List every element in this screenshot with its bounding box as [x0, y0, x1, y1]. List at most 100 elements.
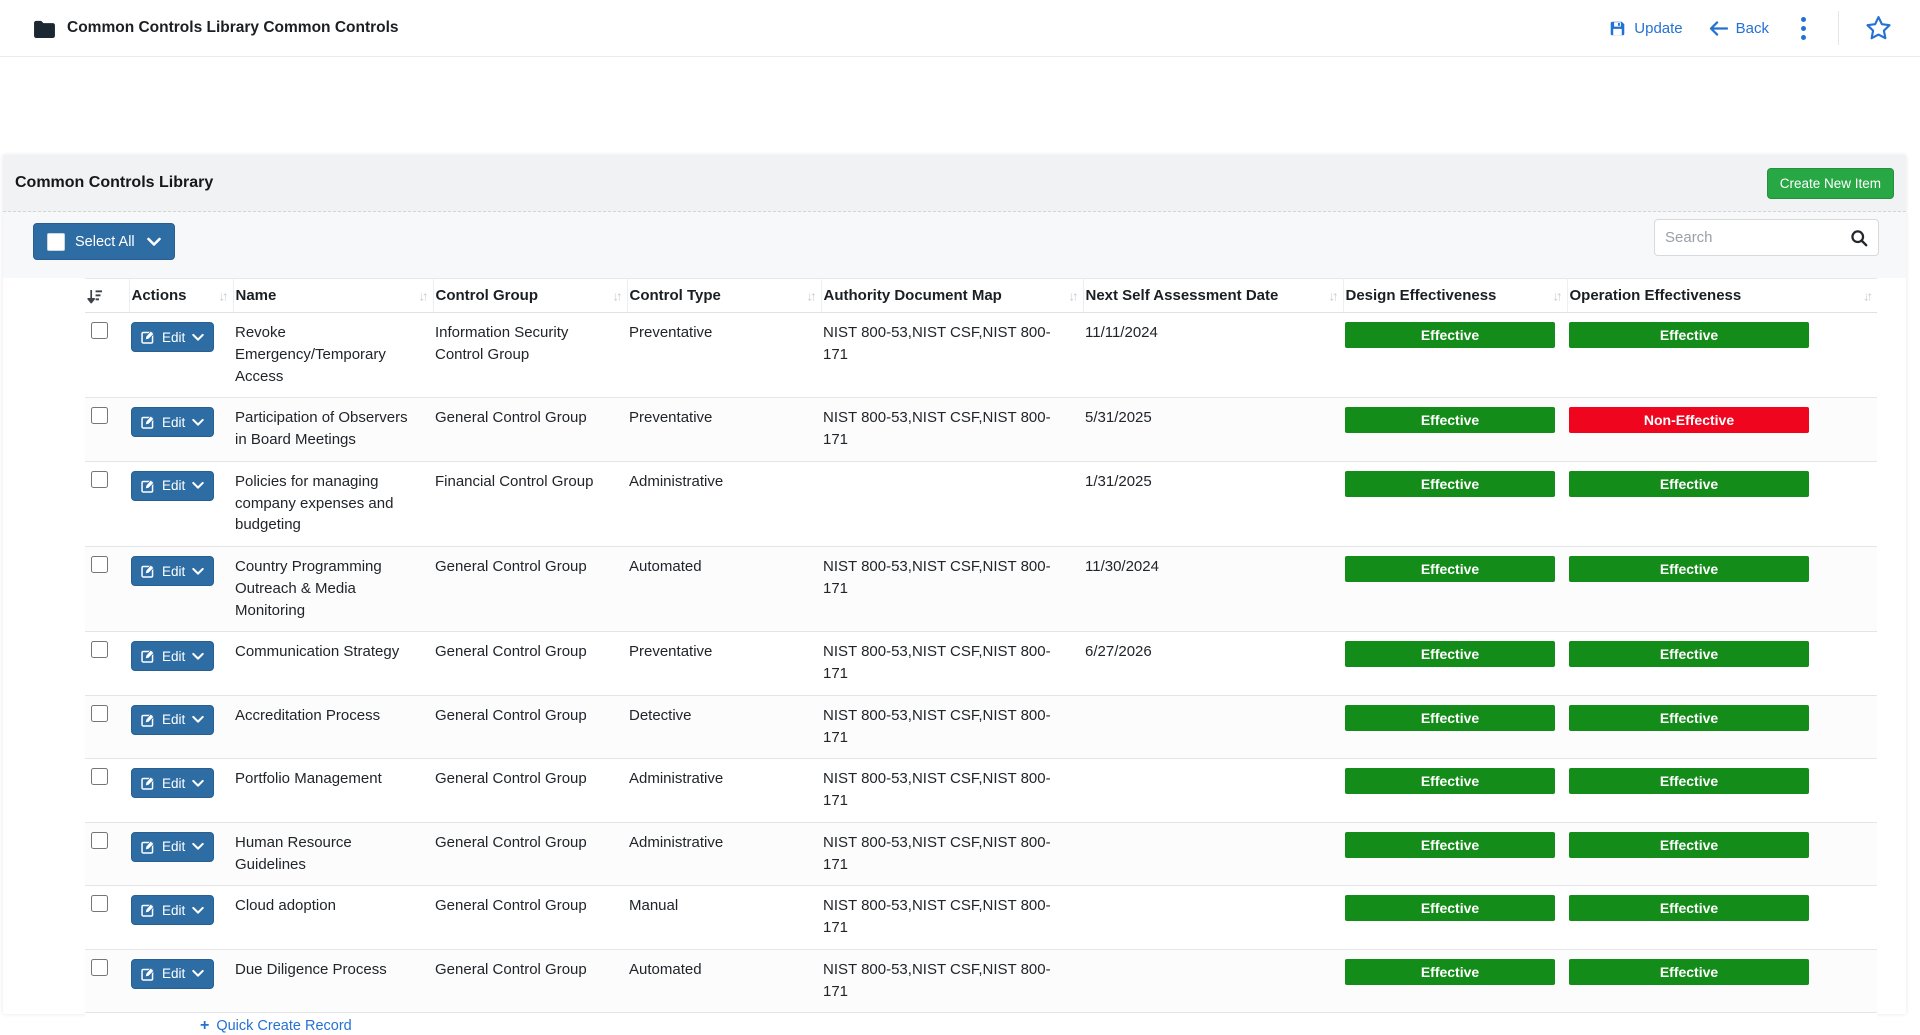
- row-checkbox[interactable]: [91, 407, 108, 424]
- edit-pencil-icon: [141, 967, 155, 981]
- cell-control-group: Information Security Control Group: [433, 313, 627, 398]
- header-control-group[interactable]: Control Group↓↑: [433, 279, 627, 313]
- edit-button-label: Edit: [162, 712, 185, 727]
- edit-caret-icon: [192, 715, 204, 724]
- edit-caret-icon: [192, 969, 204, 978]
- folder-icon: [33, 19, 56, 38]
- table-row: Edit Policies for managing company expen…: [85, 461, 1877, 546]
- header-operation-effectiveness[interactable]: Operation Effectiveness↓↑: [1567, 279, 1877, 313]
- header-date-label: Next Self Assessment Date: [1086, 287, 1279, 304]
- design-effectiveness-badge: Effective: [1345, 471, 1555, 497]
- row-checkbox[interactable]: [91, 322, 108, 339]
- controls-table: Actions↓↑ Name↓↑ Control Group↓↑ Control…: [85, 278, 1877, 1035]
- header-next-self-assessment-date[interactable]: Next Self Assessment Date ↓↑: [1083, 279, 1343, 313]
- edit-button-label: Edit: [162, 330, 185, 345]
- more-options-icon[interactable]: [1795, 13, 1812, 44]
- edit-pencil-icon: [141, 840, 155, 854]
- cell-next-self-assessment-date: [1083, 695, 1343, 759]
- edit-pencil-icon: [141, 776, 155, 790]
- header-actions[interactable]: Actions↓↑: [129, 279, 233, 313]
- update-button[interactable]: Update: [1609, 20, 1682, 37]
- row-checkbox[interactable]: [91, 556, 108, 573]
- edit-button[interactable]: Edit: [131, 768, 214, 798]
- row-checkbox[interactable]: [91, 471, 108, 488]
- cell-control-group: Financial Control Group: [433, 461, 627, 546]
- header-name[interactable]: Name↓↑: [233, 279, 433, 313]
- sort-icon[interactable]: ↓↑: [219, 288, 226, 303]
- header-select-sort[interactable]: [85, 279, 129, 313]
- design-effectiveness-badge: Effective: [1345, 705, 1555, 731]
- quick-create-label: Quick Create Record: [216, 1018, 351, 1034]
- edit-pencil-icon: [141, 713, 155, 727]
- design-effectiveness-badge: Effective: [1345, 959, 1555, 985]
- cell-name: Communication Strategy: [233, 632, 433, 696]
- operation-effectiveness-badge: Effective: [1569, 471, 1809, 497]
- edit-pencil-icon: [141, 564, 155, 578]
- row-checkbox[interactable]: [91, 768, 108, 785]
- cell-control-type: Administrative: [627, 461, 821, 546]
- header-design-label: Design Effectiveness: [1346, 287, 1497, 304]
- sort-icon[interactable]: ↓↑: [807, 288, 814, 303]
- cell-control-group: General Control Group: [433, 886, 627, 950]
- edit-pencil-icon: [141, 330, 155, 344]
- search-icon[interactable]: [1850, 229, 1868, 247]
- cell-control-type: Manual: [627, 886, 821, 950]
- cell-name: Participation of Observers in Board Meet…: [233, 398, 433, 462]
- select-all-button[interactable]: Select All: [33, 223, 175, 260]
- row-checkbox[interactable]: [91, 641, 108, 658]
- header-authority-document-map[interactable]: Authority Document Map ↓↑: [821, 279, 1083, 313]
- row-checkbox[interactable]: [91, 895, 108, 912]
- edit-button[interactable]: Edit: [131, 407, 214, 437]
- quick-create-record-link[interactable]: + Quick Create Record: [200, 1017, 352, 1035]
- search-input[interactable]: [1665, 229, 1850, 246]
- cell-control-type: Preventative: [627, 632, 821, 696]
- cell-control-type: Administrative: [627, 822, 821, 886]
- card-header: Common Controls Library Create New Item: [3, 155, 1906, 212]
- sort-icon[interactable]: ↓↑: [1863, 288, 1870, 303]
- edit-button[interactable]: Edit: [131, 322, 214, 352]
- back-button[interactable]: Back: [1709, 20, 1769, 37]
- edit-button[interactable]: Edit: [131, 832, 214, 862]
- edit-pencil-icon: [141, 649, 155, 663]
- row-checkbox[interactable]: [91, 705, 108, 722]
- create-new-item-button[interactable]: Create New Item: [1767, 168, 1894, 199]
- header-adm-label: Authority Document Map: [824, 287, 1002, 304]
- sort-icon[interactable]: ↓↑: [1069, 288, 1076, 303]
- edit-button[interactable]: Edit: [131, 895, 214, 925]
- select-all-checkbox[interactable]: [47, 233, 65, 251]
- edit-button[interactable]: Edit: [131, 471, 214, 501]
- edit-caret-icon: [192, 779, 204, 788]
- cell-control-type: Automated: [627, 949, 821, 1013]
- header-control-type[interactable]: Control Type ↓↑: [627, 279, 821, 313]
- header-design-effectiveness[interactable]: Design Effectiveness ↓↑: [1343, 279, 1567, 313]
- edit-button-label: Edit: [162, 649, 185, 664]
- cell-next-self-assessment-date: 5/31/2025: [1083, 398, 1343, 462]
- edit-button[interactable]: Edit: [131, 959, 214, 989]
- cell-control-group: General Control Group: [433, 759, 627, 823]
- edit-button[interactable]: Edit: [131, 705, 214, 735]
- edit-caret-icon: [192, 906, 204, 915]
- edit-button[interactable]: Edit: [131, 641, 214, 671]
- table-row: Edit Due Diligence Process General Contr…: [85, 949, 1877, 1013]
- row-checkbox[interactable]: [91, 832, 108, 849]
- page-title: Common Controls Library Common Controls: [67, 19, 399, 37]
- header-control-type-label: Control Type: [630, 287, 721, 304]
- edit-pencil-icon: [141, 479, 155, 493]
- cell-control-type: Administrative: [627, 759, 821, 823]
- topbar-divider: [1838, 11, 1839, 45]
- sort-icon[interactable]: ↓↑: [419, 288, 426, 303]
- row-checkbox[interactable]: [91, 959, 108, 976]
- operation-effectiveness-badge: Effective: [1569, 768, 1809, 794]
- cell-next-self-assessment-date: [1083, 949, 1343, 1013]
- cell-authority-document-map: NIST 800-53,NIST CSF,NIST 800-171: [821, 313, 1083, 398]
- table-row: Edit Participation of Observers in Board…: [85, 398, 1877, 462]
- sort-icon[interactable]: ↓↑: [1329, 288, 1336, 303]
- sort-icon[interactable]: ↓↑: [1553, 288, 1560, 303]
- cell-next-self-assessment-date: 11/11/2024: [1083, 313, 1343, 398]
- favorite-star-icon[interactable]: [1865, 15, 1892, 41]
- table-toolbar: Select All: [3, 212, 1906, 278]
- edit-button-label: Edit: [162, 839, 185, 854]
- cell-next-self-assessment-date: 6/27/2026: [1083, 632, 1343, 696]
- sort-icon[interactable]: ↓↑: [613, 288, 620, 303]
- edit-button[interactable]: Edit: [131, 556, 214, 586]
